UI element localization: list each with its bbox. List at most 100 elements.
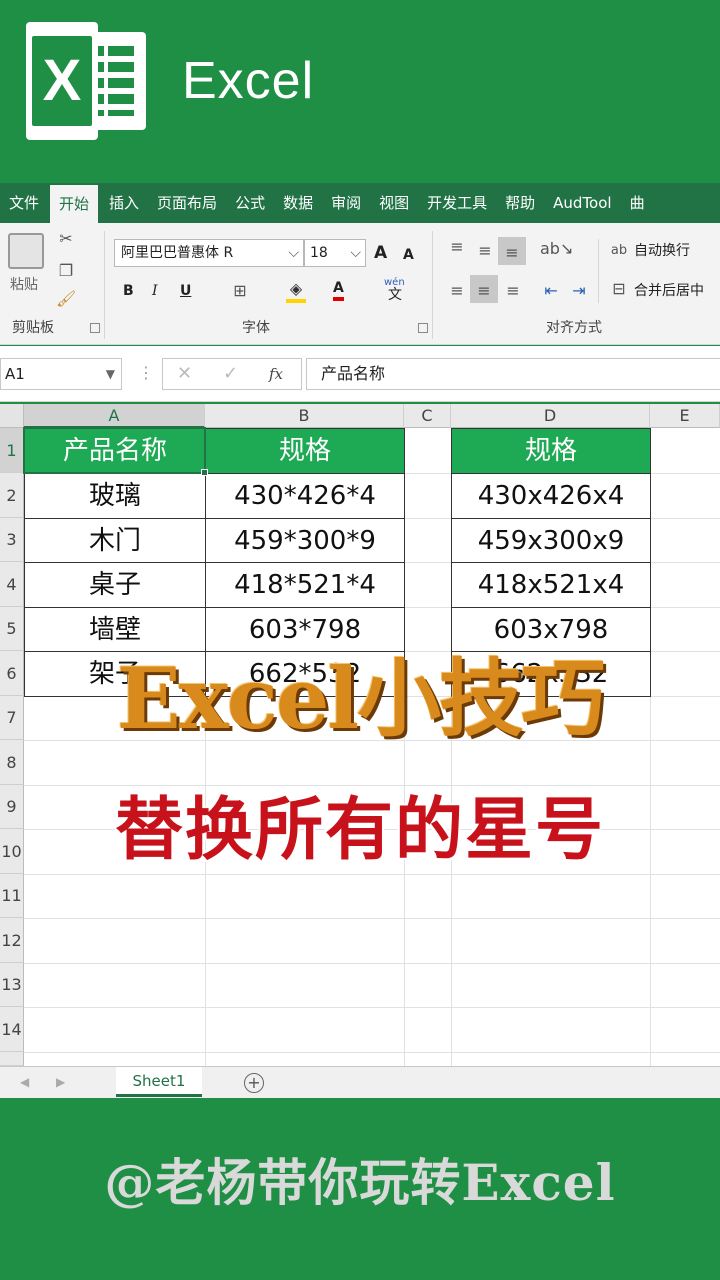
column-header-d[interactable]: D [451, 404, 650, 428]
row-header-14[interactable]: 14 [0, 1007, 24, 1052]
orientation-icon[interactable]: ab↘ [540, 239, 573, 259]
paste-icon[interactable] [8, 233, 44, 269]
tab-page-layout[interactable]: 页面布局 [148, 183, 226, 223]
cancel-icon[interactable]: ✕ [177, 362, 192, 386]
scroll-left-icon[interactable]: ◀ [20, 1071, 29, 1093]
cell-d4[interactable]: 418x521x4 [451, 562, 651, 608]
column-header-a[interactable]: A [24, 404, 205, 428]
tab-formulas[interactable]: 公式 [226, 183, 274, 223]
tab-data[interactable]: 数据 [274, 183, 322, 223]
row-header-15[interactable] [0, 1052, 24, 1066]
fill-handle[interactable] [201, 469, 208, 476]
underline-button[interactable]: U [180, 281, 191, 301]
tab-review[interactable]: 审阅 [322, 183, 370, 223]
excel-logo-icon: X [26, 22, 146, 140]
sheet-tab-bar: ◀ ▶ Sheet1 + [0, 1066, 720, 1098]
row-header-1[interactable]: 1 [0, 428, 24, 473]
ribbon-tabs: 文件 开始 插入 页面布局 公式 数据 审阅 视图 开发工具 帮助 AudToo… [0, 183, 720, 223]
copy-icon[interactable]: ❐ [56, 261, 76, 281]
cell-a4[interactable]: 桌子 [24, 562, 206, 608]
column-header-e[interactable]: E [650, 404, 720, 428]
wrap-text-button[interactable]: 自动换行 [634, 241, 690, 261]
font-size-select[interactable]: 18 ⌵ [304, 239, 366, 267]
tab-help[interactable]: 帮助 [496, 183, 544, 223]
format-painter-icon[interactable]: 🖌 [56, 289, 76, 309]
add-sheet-icon[interactable]: + [244, 1073, 264, 1093]
gridline [24, 1052, 720, 1053]
cell-d1[interactable]: 规格 [451, 428, 651, 474]
align-right-icon[interactable]: ≡ [502, 281, 524, 301]
cell-b3[interactable]: 459*300*9 [205, 518, 405, 563]
font-family-select[interactable]: 阿里巴巴普惠体 R ⌵ [114, 239, 304, 267]
name-box[interactable]: A1 ▼ [0, 358, 122, 390]
align-middle-icon[interactable]: ≡ [474, 241, 496, 261]
align-center-icon[interactable]: ≡ [473, 281, 495, 301]
separator [432, 231, 433, 339]
select-all-corner[interactable] [0, 404, 24, 428]
cell-a3[interactable]: 木门 [24, 518, 206, 563]
merge-center-icon[interactable]: ⊟ [609, 279, 629, 299]
merge-center-button[interactable]: 合并后居中 [634, 281, 704, 301]
cell-d2[interactable]: 430x426x4 [451, 473, 651, 519]
clipboard-launcher-icon[interactable] [90, 323, 100, 333]
cell-b1[interactable]: 规格 [205, 428, 405, 474]
row-header-12[interactable]: 12 [0, 918, 24, 963]
cell-b4[interactable]: 418*521*4 [205, 562, 405, 608]
chevron-down-icon: ⌵ [288, 245, 299, 261]
gridline [24, 874, 720, 875]
formula-input[interactable]: 产品名称 [306, 358, 720, 390]
sheet-tab-sheet1[interactable]: Sheet1 [116, 1067, 202, 1097]
row-header-11[interactable]: 11 [0, 874, 24, 918]
cut-icon[interactable]: ✂ [56, 229, 76, 249]
align-bottom-icon[interactable]: ≡ [501, 243, 523, 263]
tab-audtool[interactable]: AudTool [544, 183, 620, 223]
tab-file[interactable]: 文件 [0, 183, 48, 223]
tab-developer[interactable]: 开发工具 [418, 183, 496, 223]
tab-overflow[interactable]: 曲 [621, 183, 654, 223]
row-header-13[interactable]: 13 [0, 963, 24, 1007]
tab-view[interactable]: 视图 [370, 183, 418, 223]
bold-button[interactable]: B [123, 281, 134, 301]
column-header-c[interactable]: C [404, 404, 451, 428]
align-top-icon[interactable]: ≡ [446, 237, 468, 257]
column-header-b[interactable]: B [205, 404, 404, 428]
active-cell-border [23, 427, 206, 474]
cell-a2[interactable]: 玻璃 [24, 473, 206, 519]
tab-insert[interactable]: 插入 [100, 183, 148, 223]
row-header-4[interactable]: 4 [0, 562, 24, 607]
screen: X Excel 文件 开始 插入 页面布局 公式 数据 审阅 视图 开发工具 帮… [0, 0, 720, 1280]
row-header-3[interactable]: 3 [0, 518, 24, 562]
gridline [24, 1007, 720, 1008]
formula-bar: A1 ▼ ⋮ ✕ ✓ fx 产品名称 [0, 346, 720, 402]
more-icon: ⋮ [138, 363, 154, 382]
wrap-text-icon[interactable]: ab [609, 241, 629, 261]
ribbon-body: 粘贴 ✂ ❐ 🖌 剪贴板 阿里巴巴普惠体 R ⌵ 18 ⌵ A A B I U … [0, 223, 720, 345]
fill-color-icon[interactable]: ◈ [286, 279, 306, 303]
clipboard-group-label: 剪贴板 [12, 320, 54, 336]
italic-button[interactable]: I [152, 281, 158, 301]
font-launcher-icon[interactable] [418, 323, 428, 333]
app-name: Excel [182, 52, 315, 110]
scroll-right-icon[interactable]: ▶ [56, 1071, 65, 1093]
font-color-button[interactable]: A [333, 279, 344, 301]
decrease-indent-icon[interactable]: ⇤ [540, 281, 562, 301]
row-header-2[interactable]: 2 [0, 473, 24, 518]
borders-icon[interactable]: ⊞ [230, 281, 250, 301]
cell-b2[interactable]: 430*426*4 [205, 473, 405, 519]
shrink-font-button[interactable]: A [403, 245, 414, 265]
insert-function-icon[interactable]: fx [269, 363, 283, 385]
grow-font-button[interactable]: A [374, 243, 387, 263]
align-left-icon[interactable]: ≡ [446, 281, 468, 301]
increase-indent-icon[interactable]: ⇥ [568, 281, 590, 301]
gridline [24, 963, 720, 964]
paste-label[interactable]: 粘贴 [10, 275, 38, 295]
phonetic-guide-button[interactable]: 文 [388, 285, 402, 305]
chevron-down-icon: ⌵ [350, 245, 361, 261]
name-box-value: A1 [5, 365, 25, 383]
cell-d3[interactable]: 459x300x9 [451, 518, 651, 563]
alignment-group-label: 对齐方式 [546, 320, 602, 336]
top-banner: X Excel [0, 0, 720, 178]
tab-home[interactable]: 开始 [50, 185, 99, 223]
enter-icon[interactable]: ✓ [223, 362, 238, 386]
font-family-value: 阿里巴巴普惠体 R [121, 245, 234, 261]
